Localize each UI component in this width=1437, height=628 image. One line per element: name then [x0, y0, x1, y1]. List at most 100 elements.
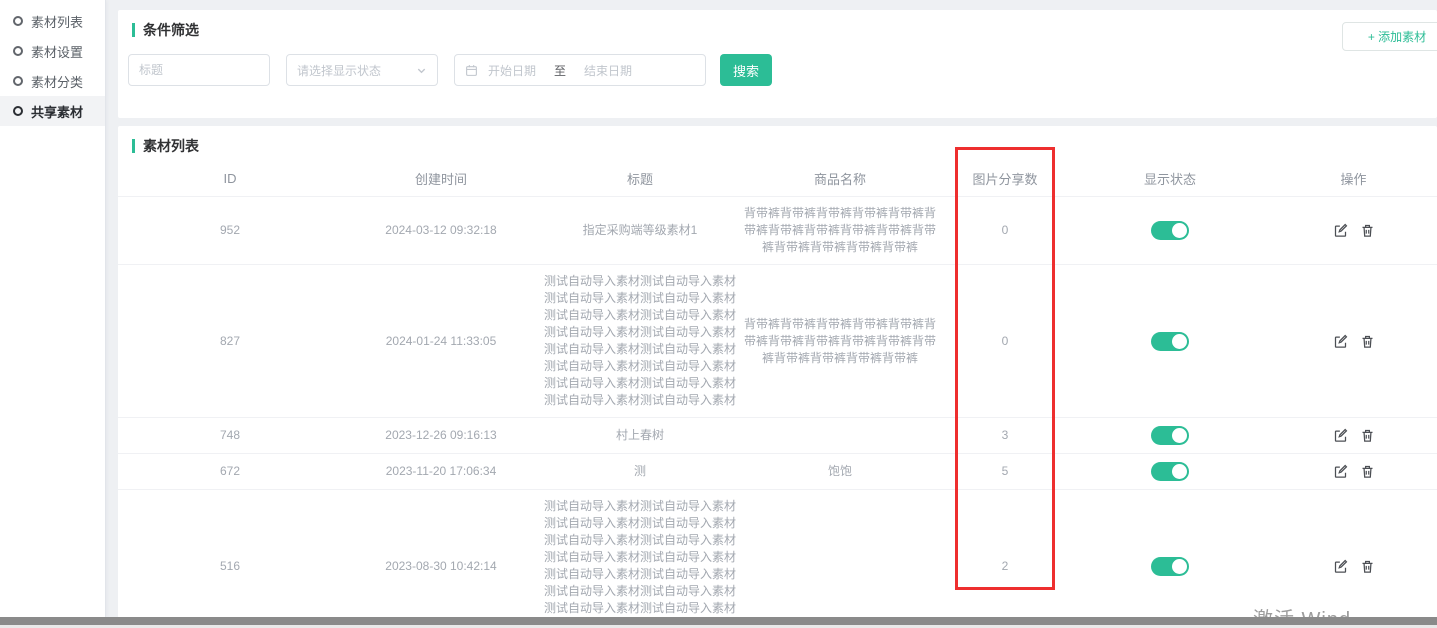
cell-title: 测试自动导入素材测试自动导入素材测试自动导入素材测试自动导入素材测试自动导入素材… — [540, 265, 740, 417]
cell-id: 672 — [118, 455, 342, 488]
display-status-select[interactable]: 请选择显示状态 — [286, 54, 438, 86]
cell-operations — [1270, 420, 1437, 451]
cell-title: 指定采购端等级素材1 — [540, 214, 740, 247]
table-row: 672 2023-11-20 17:06:34 测 饱饱 5 — [118, 453, 1437, 489]
cell-display-status — [1070, 454, 1270, 489]
edit-icon[interactable] — [1333, 428, 1348, 443]
table-row: 516 2023-08-30 10:42:14 测试自动导入素材测试自动导入素材… — [118, 489, 1437, 618]
radio-circle-icon — [13, 106, 23, 116]
cell-created: 2023-12-26 09:16:13 — [342, 419, 540, 452]
cell-operations — [1270, 326, 1437, 357]
radio-circle-icon — [13, 16, 23, 26]
accent-bar — [132, 139, 135, 153]
col-header-title: 标题 — [540, 169, 740, 188]
toggle-knob — [1172, 223, 1187, 238]
toggle-knob — [1172, 464, 1187, 479]
cell-share-count: 5 — [940, 455, 1070, 488]
delete-icon[interactable] — [1360, 428, 1375, 443]
delete-icon[interactable] — [1360, 334, 1375, 349]
title-input[interactable] — [128, 54, 270, 86]
calendar-icon — [465, 64, 478, 77]
bottom-scrollbar[interactable] — [0, 617, 1437, 625]
col-header-created: 创建时间 — [342, 169, 540, 188]
table-row: 748 2023-12-26 09:16:13 村上春树 3 — [118, 417, 1437, 453]
cell-created: 2023-11-20 17:06:34 — [342, 455, 540, 488]
cell-id: 748 — [118, 419, 342, 452]
display-status-toggle[interactable] — [1151, 557, 1189, 576]
edit-icon[interactable] — [1333, 334, 1348, 349]
cell-title: 村上春树 — [540, 419, 740, 452]
cell-operations — [1270, 215, 1437, 246]
cell-id: 952 — [118, 214, 342, 247]
table-header-row: ID 创建时间 标题 商品名称 图片分享数 显示状态 操作 — [118, 160, 1437, 196]
cell-id: 516 — [118, 550, 342, 583]
radio-circle-icon — [13, 46, 23, 56]
col-header-display-status: 显示状态 — [1070, 169, 1270, 188]
cell-product: 饱饱 — [740, 455, 940, 488]
sidebar-item-label: 共享素材 — [31, 102, 83, 121]
date-range-picker[interactable]: 开始日期 至 结束日期 — [454, 54, 706, 86]
cell-product: 背带裤背带裤背带裤背带裤背带裤背带裤背带裤背带裤背带裤背带裤背带裤背带裤背带裤背… — [740, 308, 940, 375]
select-placeholder: 请选择显示状态 — [297, 62, 381, 79]
table-section-title-text: 素材列表 — [143, 136, 199, 156]
start-date-placeholder: 开始日期 — [488, 62, 536, 79]
cell-share-count: 0 — [940, 325, 1070, 358]
cell-share-count: 3 — [940, 419, 1070, 452]
delete-icon[interactable] — [1360, 223, 1375, 238]
sidebar-item-material-list[interactable]: 素材列表 — [0, 6, 105, 36]
add-material-button[interactable]: + 添加素材 — [1342, 22, 1437, 51]
cell-product — [740, 558, 940, 574]
toggle-knob — [1172, 428, 1187, 443]
search-button[interactable]: 搜索 — [720, 54, 772, 86]
cell-title: 测 — [540, 455, 740, 488]
cell-id: 827 — [118, 325, 342, 358]
cell-created: 2024-01-24 11:33:05 — [342, 325, 540, 358]
cell-title: 测试自动导入素材测试自动导入素材测试自动导入素材测试自动导入素材测试自动导入素材… — [540, 490, 740, 618]
display-status-toggle[interactable] — [1151, 221, 1189, 240]
filter-section-title-text: 条件筛选 — [143, 20, 199, 40]
filter-section-title: 条件筛选 — [118, 10, 1437, 44]
page: 素材列表 素材设置 素材分类 共享素材 条件筛选 请选择显示状态 — [0, 0, 1437, 628]
edit-icon[interactable] — [1333, 464, 1348, 479]
date-separator: 至 — [554, 62, 566, 79]
cell-created: 2024-03-12 09:32:18 — [342, 214, 540, 247]
display-status-toggle[interactable] — [1151, 426, 1189, 445]
sidebar-item-shared-material[interactable]: 共享素材 — [0, 96, 105, 126]
cell-display-status — [1070, 324, 1270, 359]
toggle-knob — [1172, 559, 1187, 574]
accent-bar — [132, 23, 135, 37]
chevron-down-icon — [416, 65, 427, 76]
sidebar-item-label: 素材设置 — [31, 42, 83, 61]
col-header-id: ID — [118, 171, 342, 186]
toggle-knob — [1172, 334, 1187, 349]
table-row: 952 2024-03-12 09:32:18 指定采购端等级素材1 背带裤背带… — [118, 196, 1437, 264]
radio-circle-icon — [13, 76, 23, 86]
delete-icon[interactable] — [1360, 464, 1375, 479]
cell-operations — [1270, 456, 1437, 487]
edit-icon[interactable] — [1333, 223, 1348, 238]
cell-display-status — [1070, 549, 1270, 584]
table-row: 827 2024-01-24 11:33:05 测试自动导入素材测试自动导入素材… — [118, 264, 1437, 417]
cell-share-count: 0 — [940, 214, 1070, 247]
filter-card: 条件筛选 请选择显示状态 开始日期 至 结束日期 搜索 — [118, 10, 1437, 118]
display-status-toggle[interactable] — [1151, 332, 1189, 351]
end-date-placeholder: 结束日期 — [584, 62, 632, 79]
cell-created: 2023-08-30 10:42:14 — [342, 550, 540, 583]
material-table-card: 素材列表 ID 创建时间 标题 商品名称 图片分享数 显示状态 操作 952 2… — [118, 126, 1437, 618]
edit-icon[interactable] — [1333, 559, 1348, 574]
cell-share-count: 2 — [940, 550, 1070, 583]
sidebar-item-material-settings[interactable]: 素材设置 — [0, 36, 105, 66]
col-header-operation: 操作 — [1270, 169, 1437, 188]
cell-display-status — [1070, 418, 1270, 453]
table-section-title: 素材列表 — [118, 126, 1437, 160]
col-header-share-count: 图片分享数 — [940, 169, 1070, 188]
sidebar-item-material-category[interactable]: 素材分类 — [0, 66, 105, 96]
filter-row: 请选择显示状态 开始日期 至 结束日期 搜索 — [128, 54, 772, 86]
col-header-product: 商品名称 — [740, 169, 940, 188]
cell-display-status — [1070, 213, 1270, 248]
delete-icon[interactable] — [1360, 559, 1375, 574]
display-status-toggle[interactable] — [1151, 462, 1189, 481]
cell-product: 背带裤背带裤背带裤背带裤背带裤背带裤背带裤背带裤背带裤背带裤背带裤背带裤背带裤背… — [740, 197, 940, 264]
cell-product — [740, 428, 940, 444]
sidebar-item-label: 素材分类 — [31, 72, 83, 91]
